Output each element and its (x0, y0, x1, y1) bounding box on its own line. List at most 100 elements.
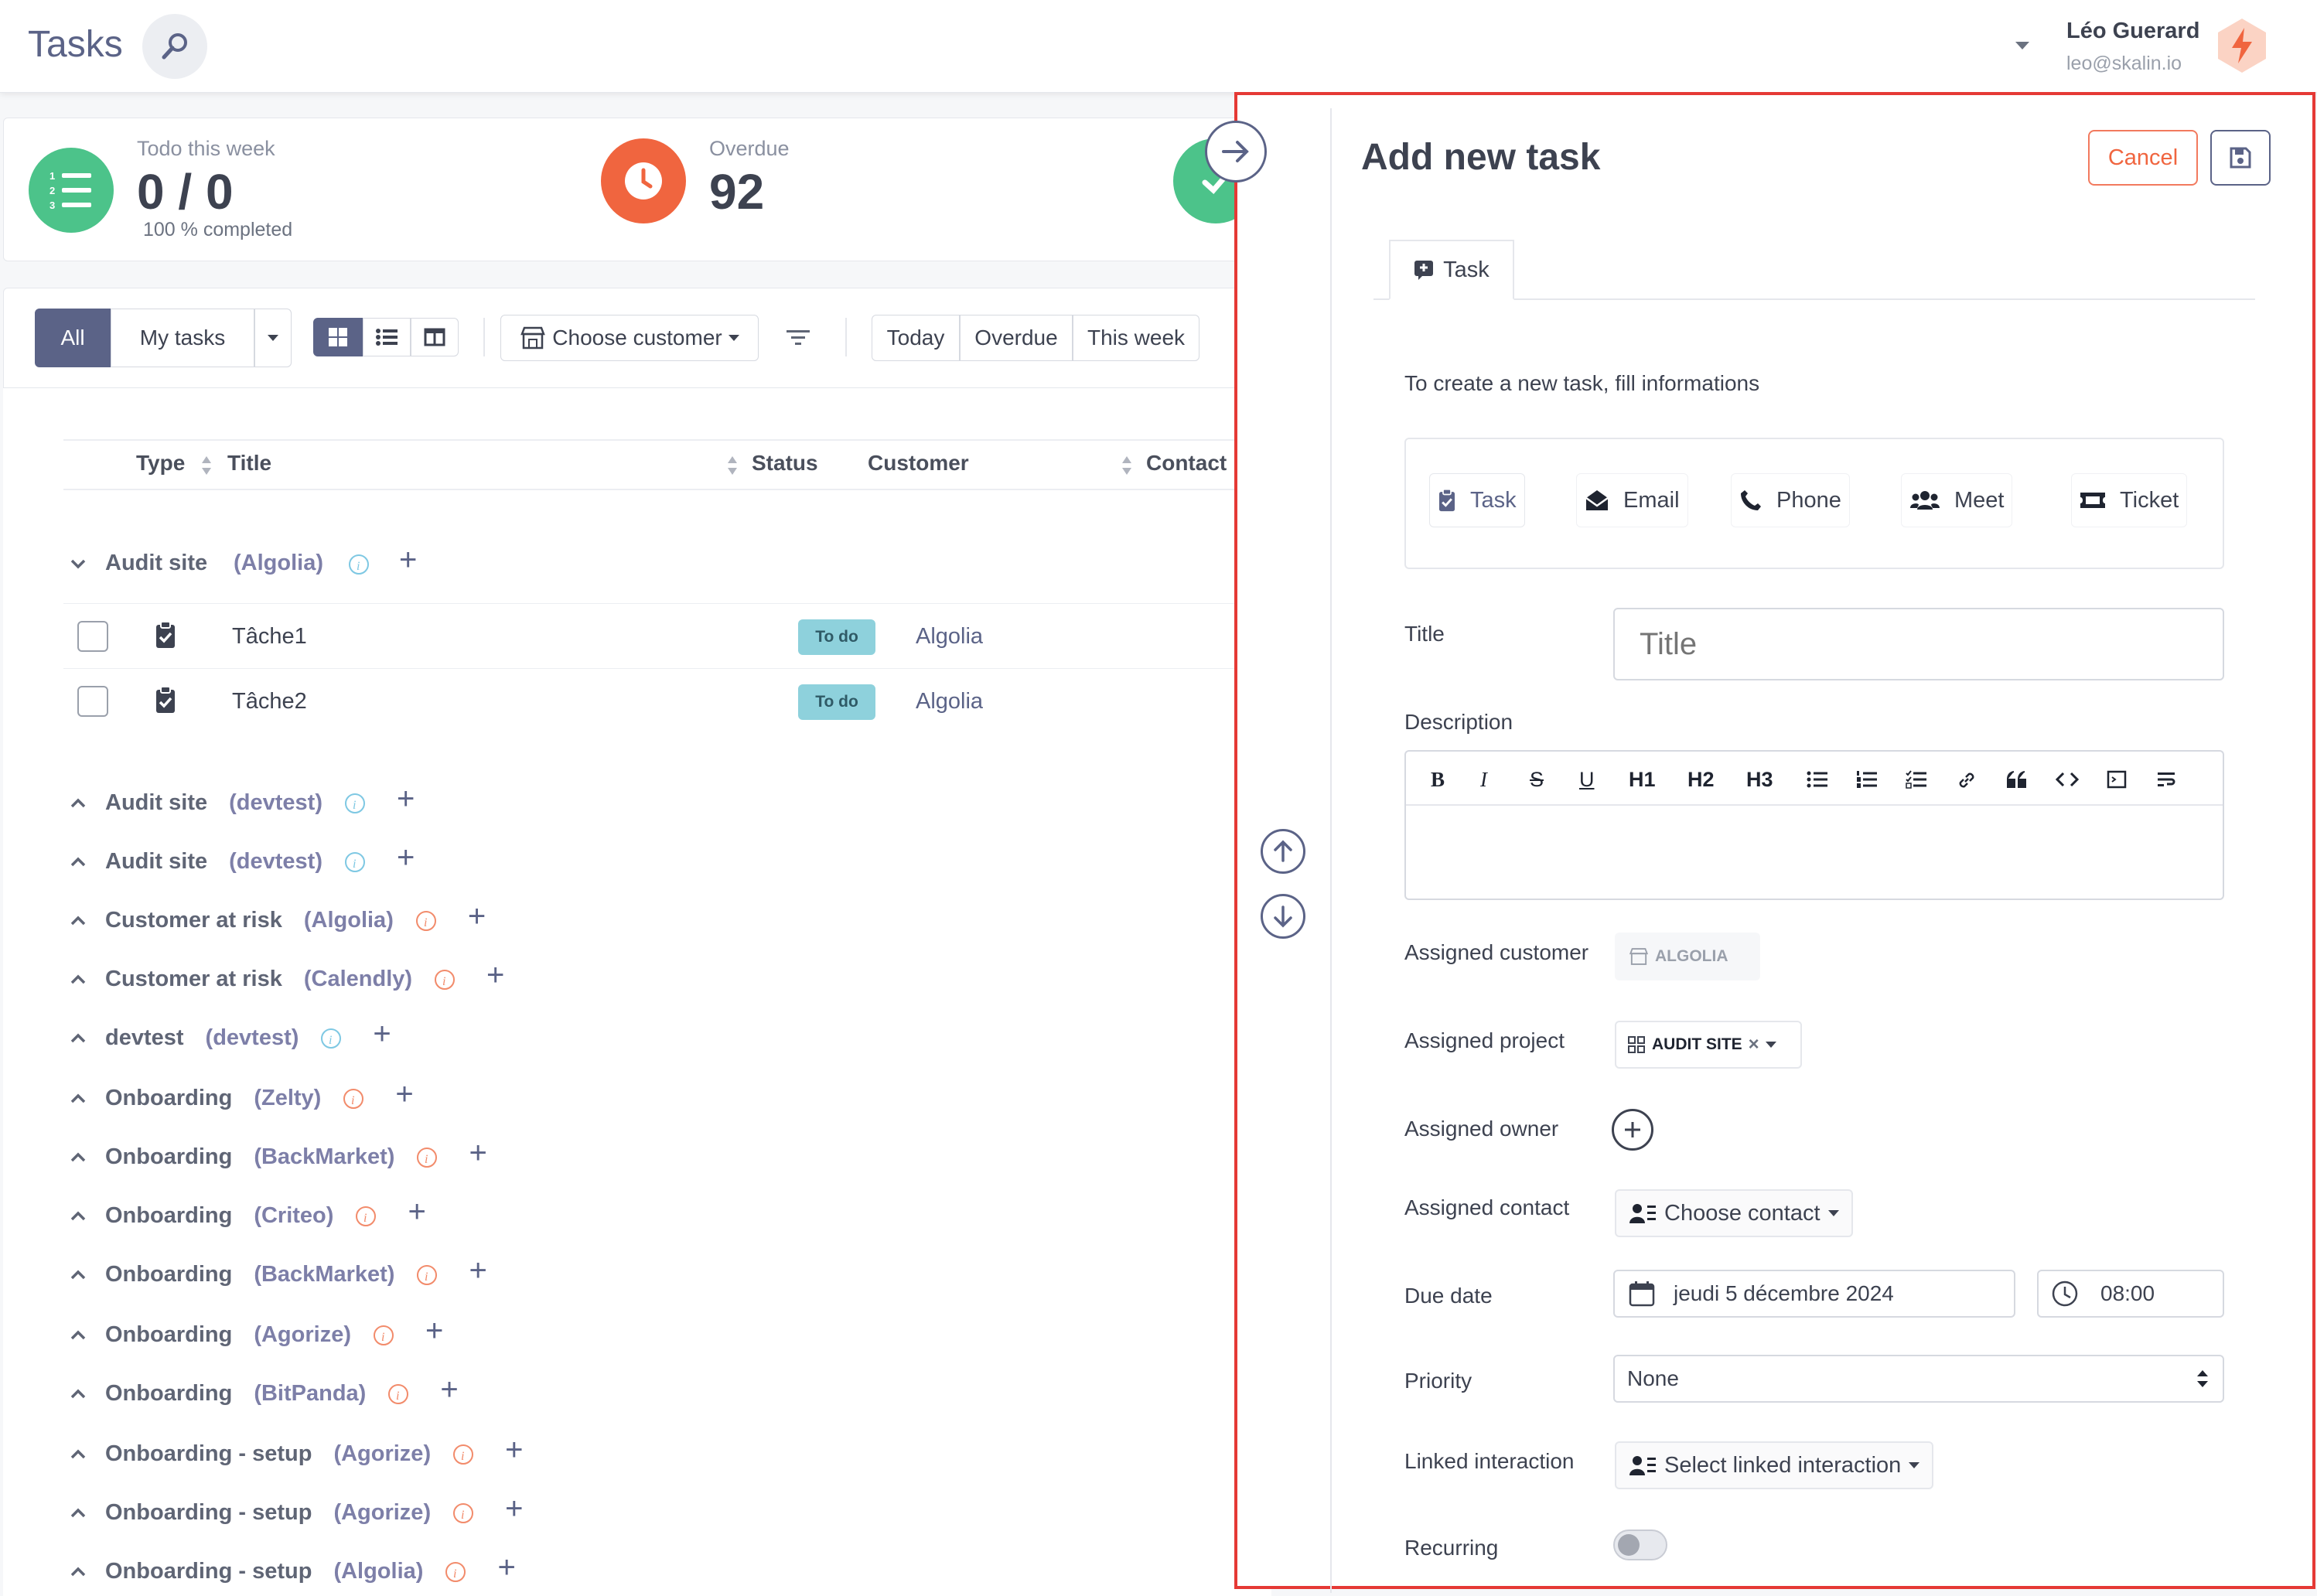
group-customer[interactable]: (Algolia) (304, 908, 394, 933)
chevron-up-icon[interactable] (70, 1446, 87, 1463)
info-icon[interactable]: i (415, 910, 437, 932)
bullet-list-icon[interactable] (1807, 770, 1828, 789)
group-customer[interactable]: (Algolia) (333, 1559, 423, 1584)
description-editor[interactable] (1404, 804, 2224, 900)
col-type-header[interactable]: Type (136, 451, 185, 476)
chevron-up-icon[interactable] (70, 1208, 87, 1225)
type-ticket-option[interactable]: Ticket (2071, 473, 2188, 527)
group-customer[interactable]: (Calendly) (304, 967, 412, 992)
info-icon[interactable]: i (344, 851, 366, 873)
chevron-up-icon[interactable] (70, 1267, 87, 1284)
heading2-button[interactable]: H2 (1687, 766, 1715, 793)
info-icon[interactable]: i (445, 1561, 466, 1583)
linked-interaction-dropdown[interactable]: Select linked interaction (1615, 1441, 1934, 1489)
add-task-button[interactable]: + (468, 901, 486, 932)
choose-customer-dropdown[interactable]: Choose customer (500, 315, 759, 361)
close-panel-button[interactable] (1205, 121, 1267, 182)
assigned-project-select[interactable]: AUDIT SITE × (1615, 1021, 1802, 1069)
group-customer[interactable]: (BitPanda) (254, 1381, 366, 1407)
group-customer[interactable]: (Agorize) (333, 1441, 431, 1467)
chevron-up-icon[interactable] (70, 1090, 87, 1107)
info-icon[interactable]: i (355, 1206, 377, 1227)
info-icon[interactable]: i (344, 793, 366, 814)
add-task-button[interactable]: + (497, 1552, 515, 1583)
chevron-up-icon[interactable] (70, 854, 87, 871)
chevron-up-icon[interactable] (70, 1386, 87, 1403)
filter-today-button[interactable]: Today (872, 315, 960, 361)
filter-icon[interactable] (787, 329, 810, 346)
previous-task-button[interactable] (1261, 829, 1305, 874)
my-tasks-button[interactable]: My tasks (111, 309, 254, 367)
search-button[interactable] (142, 14, 207, 79)
due-time-input[interactable]: 08:00 (2037, 1270, 2224, 1318)
add-task-button[interactable]: + (440, 1374, 458, 1405)
info-icon[interactable]: i (416, 1147, 438, 1168)
add-task-button[interactable]: + (408, 1196, 425, 1227)
add-task-button[interactable]: + (486, 960, 504, 991)
add-task-button[interactable]: + (505, 1434, 523, 1465)
chevron-down-icon[interactable] (70, 555, 87, 572)
tab-task[interactable]: Task (1389, 240, 1514, 300)
next-task-button[interactable] (1261, 894, 1305, 939)
row-checkbox[interactable] (77, 621, 108, 652)
add-task-button[interactable]: + (373, 1018, 391, 1049)
italic-button[interactable]: I (1480, 766, 1487, 793)
task-title[interactable]: Tâche1 (232, 624, 307, 650)
add-task-button[interactable]: + (469, 1137, 486, 1168)
info-icon[interactable]: i (434, 969, 456, 991)
chevron-up-icon[interactable] (70, 971, 87, 988)
table-row[interactable]: Tâche1 To do Algolia (63, 603, 1270, 668)
group-customer[interactable]: (devtest) (229, 849, 322, 875)
col-contact-header[interactable]: Contact (1146, 451, 1227, 476)
view-grid-button[interactable] (313, 318, 363, 356)
clear-project-icon[interactable]: × (1749, 1034, 1759, 1055)
col-status-header[interactable]: Status (752, 451, 818, 476)
col-customer-header[interactable]: Customer (868, 451, 969, 476)
priority-select[interactable]: None (1613, 1355, 2224, 1403)
user-name[interactable]: Léo Guerard (2066, 19, 2199, 44)
title-input[interactable] (1613, 608, 2224, 680)
due-date-input[interactable]: jeudi 5 décembre 2024 (1613, 1270, 2015, 1318)
heading3-button[interactable]: H3 (1746, 766, 1773, 793)
cancel-button[interactable]: Cancel (2088, 130, 2198, 186)
my-tasks-dropdown-button[interactable] (254, 309, 292, 367)
avatar[interactable] (2213, 17, 2271, 74)
add-task-button[interactable]: + (397, 842, 415, 873)
info-icon[interactable]: i (343, 1088, 364, 1110)
choose-contact-dropdown[interactable]: Choose contact (1615, 1189, 1853, 1237)
code-block-icon[interactable] (2107, 770, 2127, 789)
recurring-toggle[interactable] (1613, 1530, 1667, 1560)
user-menu-caret-icon[interactable] (2015, 42, 2029, 49)
col-title-header[interactable]: Title (227, 451, 271, 476)
group-customer[interactable]: (Criteo) (254, 1203, 333, 1229)
view-list-button[interactable] (363, 318, 411, 356)
info-icon[interactable]: i (416, 1264, 438, 1286)
filter-this-week-button[interactable]: This week (1073, 315, 1199, 361)
ordered-list-icon[interactable] (1856, 770, 1878, 789)
group-customer[interactable]: (BackMarket) (254, 1262, 394, 1287)
sort-icon[interactable] (1121, 455, 1132, 476)
info-icon[interactable]: i (452, 1502, 474, 1524)
add-task-button[interactable]: + (469, 1255, 486, 1286)
filter-all-button[interactable]: All (35, 309, 111, 367)
table-row[interactable]: Tâche2 To do Algolia (63, 668, 1270, 733)
info-icon[interactable]: i (320, 1028, 342, 1049)
underline-button[interactable]: U (1579, 766, 1595, 793)
group-customer[interactable]: (devtest) (206, 1025, 299, 1051)
group-customer[interactable]: (Agorize) (333, 1500, 431, 1526)
add-owner-button[interactable] (1612, 1109, 1653, 1151)
view-columns-button[interactable] (411, 318, 459, 356)
task-title[interactable]: Tâche2 (232, 689, 307, 714)
add-task-button[interactable]: + (399, 544, 417, 575)
chevron-up-icon[interactable] (70, 1149, 87, 1166)
group-customer[interactable]: (Zelty) (254, 1086, 321, 1111)
chevron-up-icon[interactable] (70, 912, 87, 929)
heading1-button[interactable]: H1 (1629, 766, 1656, 793)
group-customer[interactable]: (Algolia) (234, 551, 323, 576)
info-icon[interactable]: i (373, 1325, 394, 1346)
chevron-up-icon[interactable] (70, 1505, 87, 1522)
clear-format-icon[interactable] (2156, 770, 2176, 789)
type-meet-option[interactable]: Meet (1901, 473, 2013, 527)
info-icon[interactable]: i (348, 554, 370, 575)
sort-icon[interactable] (727, 455, 738, 476)
